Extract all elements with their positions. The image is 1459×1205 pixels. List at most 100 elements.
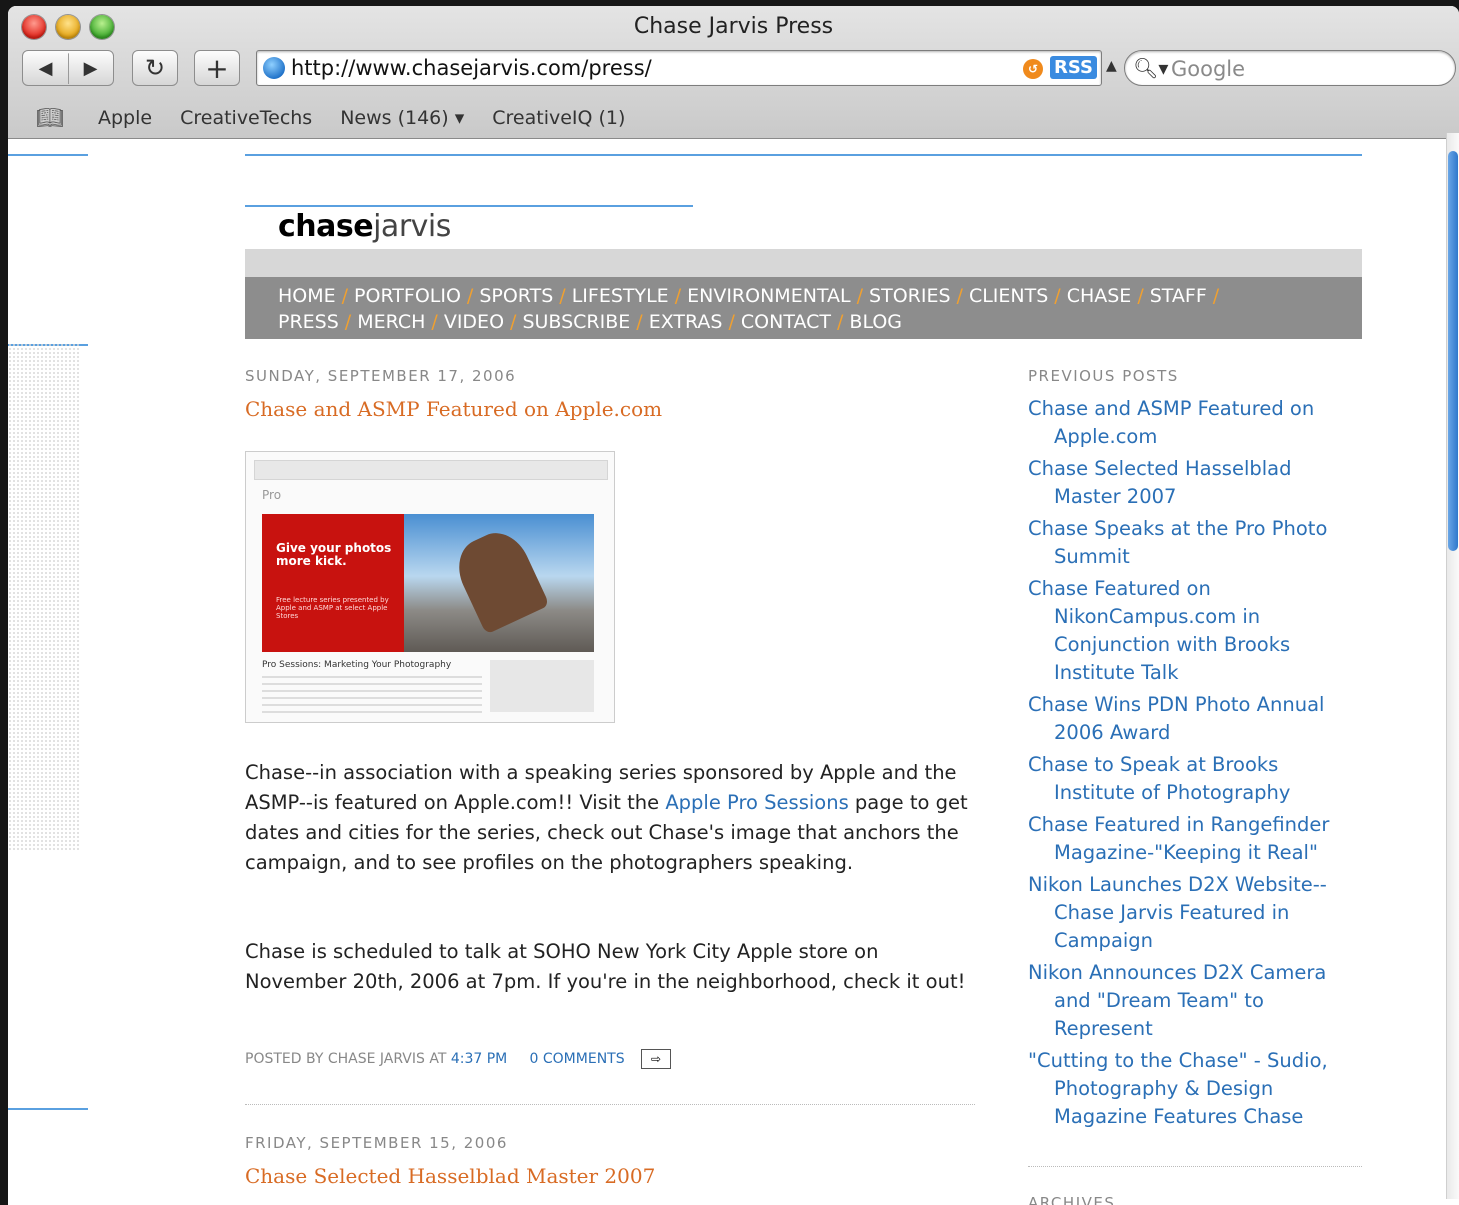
nav-row-1: HOME / PORTFOLIO / SPORTS / LIFESTYLE / ENVIRONM… [278, 285, 1225, 307]
nav-link-portfolio[interactable]: PORTFOLIO [354, 285, 461, 307]
post-image[interactable]: Pro Give your photos more kick. Free lec… [245, 451, 615, 723]
reload-button[interactable]: ↻ [132, 50, 178, 86]
athlete-figure [448, 523, 550, 635]
globe-icon [263, 57, 285, 79]
bookmarks-book-icon[interactable]: 📖︎ [36, 106, 70, 131]
nav-link-blog[interactable]: BLOG [849, 311, 902, 333]
post-date: SUNDAY, SEPTEMBER 17, 2006 [245, 367, 517, 385]
apple-pro-sessions-link[interactable]: Apple Pro Sessions [665, 791, 848, 814]
nav-separator: / [431, 311, 438, 333]
decorative-line [8, 1108, 88, 1110]
post-title[interactable]: Chase and ASMP Featured on Apple.com [245, 397, 662, 421]
previous-post-link[interactable]: Nikon Launches D2X Website--Chase Jarvis… [1028, 871, 1358, 955]
rss-button[interactable]: RSS [1050, 56, 1097, 79]
previous-post-link[interactable]: Nikon Announces D2X Camera and "Dream Te… [1028, 959, 1358, 1043]
post-date: FRIDAY, SEPTEMBER 15, 2006 [245, 1134, 508, 1152]
image-subtext: Free lecture series presented by Apple a… [276, 596, 389, 620]
sidebar-divider [1028, 1166, 1362, 1167]
nav-link-video[interactable]: VIDEO [444, 311, 504, 333]
previous-post-link[interactable]: Chase Featured on NikonCampus.com in Con… [1028, 575, 1358, 687]
image-athlete-photo [404, 514, 594, 652]
previous-post-link[interactable]: Chase to Speak at Brooks Institute of Ph… [1028, 751, 1358, 807]
nav-separator: / [1137, 285, 1144, 307]
search-icon[interactable]: 🔍︎▾ [1133, 56, 1168, 80]
nav-link-home[interactable]: HOME [278, 285, 336, 307]
nav-separator: / [341, 285, 349, 307]
post-paragraph-1: Chase--in association with a speaking se… [245, 761, 968, 874]
nav-link-merch[interactable]: MERCH [357, 311, 425, 333]
nav-link-environmental[interactable]: ENVIRONMENTAL [687, 285, 851, 307]
nav-link-clients[interactable]: CLIENTS [969, 285, 1048, 307]
back-forward-control: ◀ ▶ [22, 50, 114, 86]
nav-link-contact[interactable]: CONTACT [741, 311, 831, 333]
nav-link-extras[interactable]: EXTRAS [649, 311, 723, 333]
previous-post-link[interactable]: Chase Featured in Rangefinder Magazine-"… [1028, 811, 1358, 867]
archives-heading: ARCHIVES [1028, 1194, 1116, 1205]
nav-link-staff[interactable]: STAFF [1150, 285, 1207, 307]
post-divider [245, 1104, 975, 1105]
site-logo[interactable]: chasejarvis [278, 209, 451, 244]
site-nav: HOME / PORTFOLIO / SPORTS / LIFESTYLE / ENVIRONM… [245, 277, 1362, 339]
address-text[interactable]: http://www.chasejarvis.com/press/ [291, 56, 652, 80]
nav-separator: / [1212, 285, 1220, 307]
bookmark-apple[interactable]: Apple [98, 107, 152, 129]
nav-link-sports[interactable]: SPORTS [479, 285, 553, 307]
browser-window: Chase Jarvis Press ◀ ▶ ↻ + http://www.ch… [8, 6, 1459, 1205]
post-footer: POSTED BY CHASE JARVIS AT 4:37 PM 0 COMM… [245, 1049, 672, 1069]
image-headline: Give your photos more kick. [276, 541, 392, 568]
bookmark-creativeiq[interactable]: CreativeIQ (1) [492, 107, 625, 129]
nav-spacer [245, 249, 1362, 277]
previous-post-link[interactable]: Chase Speaks at the Pro Photo Summit [1028, 515, 1358, 571]
image-footer-text: Pro Sessions: Marketing Your Photography [262, 660, 452, 670]
nav-separator: / [837, 311, 844, 333]
image-promo-panel: Give your photos more kick. Free lecture… [262, 514, 404, 652]
post-time-link[interactable]: 4:37 PM [451, 1051, 507, 1067]
previous-post-link[interactable]: "Cutting to the Chase" - Sudio, Photogra… [1028, 1047, 1358, 1131]
decorative-texture [8, 343, 80, 851]
browser-toolbar: Chase Jarvis Press ◀ ▶ ↻ + http://www.ch… [8, 6, 1459, 139]
nav-separator: / [559, 285, 566, 307]
bookmarks-bar: 📖︎ Apple CreativeTechs News (146) ▾ Crea… [8, 98, 1459, 138]
back-button[interactable]: ◀ [23, 58, 68, 79]
image-pro-label: Pro [262, 488, 282, 502]
nav-separator: / [510, 311, 517, 333]
nav-separator: / [674, 285, 682, 307]
comments-link[interactable]: 0 COMMENTS [530, 1051, 625, 1067]
bookmark-news[interactable]: News (146) ▾ [340, 107, 464, 129]
nav-link-press[interactable]: PRESS [278, 311, 339, 333]
header-rule [245, 154, 1362, 156]
nav-separator: / [636, 311, 643, 333]
bookmark-creativetechs[interactable]: CreativeTechs [180, 107, 312, 129]
previous-posts-heading: PREVIOUS POSTS [1028, 367, 1179, 385]
previous-posts-list: Chase and ASMP Featured on Apple.com Chas… [1028, 395, 1358, 1135]
image-navbar [254, 460, 608, 480]
nav-link-stories[interactable]: STORIES [869, 285, 951, 307]
post-paragraph-2: Chase is scheduled to talk at SOHO New Y… [245, 940, 966, 993]
post-title[interactable]: Chase Selected Hasselblad Master 2007 [245, 1164, 655, 1188]
nav-separator: / [344, 311, 352, 333]
nav-row-2: PRESS / MERCH / VIDEO / SUBSCRIBE / EXTRAS / CONTA… [278, 311, 902, 333]
nav-link-lifestyle[interactable]: LIFESTYLE [572, 285, 669, 307]
image-body-lines [262, 676, 482, 716]
search-placeholder: Google [1171, 57, 1246, 81]
address-dropdown-icon[interactable]: ▲ [1106, 58, 1117, 74]
logo-rule [245, 205, 693, 207]
vertical-scrollbar[interactable] [1446, 133, 1459, 1199]
previous-post-link[interactable]: Chase and ASMP Featured on Apple.com [1028, 395, 1358, 451]
forward-button[interactable]: ▶ [68, 58, 113, 79]
divider [67, 52, 69, 84]
nav-link-chase[interactable]: CHASE [1067, 285, 1132, 307]
web-page: chasejarvis HOME / PORTFOLIO / SPORTS / LIFEST… [8, 139, 1447, 1205]
snapback-icon[interactable]: ↺ [1023, 59, 1043, 79]
window-title: Chase Jarvis Press [633, 14, 834, 39]
image-sidebox [490, 660, 594, 712]
address-bar[interactable]: http://www.chasejarvis.com/press/ ↺ RSS [256, 50, 1102, 86]
search-field[interactable]: 🔍︎▾ Google [1124, 50, 1456, 86]
scrollbar-thumb[interactable] [1448, 151, 1458, 551]
previous-post-link[interactable]: Chase Selected Hasselblad Master 2007 [1028, 455, 1358, 511]
add-bookmark-button[interactable]: + [194, 50, 240, 86]
previous-post-link[interactable]: Chase Wins PDN Photo Annual 2006 Award [1028, 691, 1358, 747]
nav-link-subscribe[interactable]: SUBSCRIBE [522, 311, 630, 333]
nav-separator: / [1054, 285, 1061, 307]
email-post-icon[interactable]: ⇨ [641, 1049, 672, 1069]
